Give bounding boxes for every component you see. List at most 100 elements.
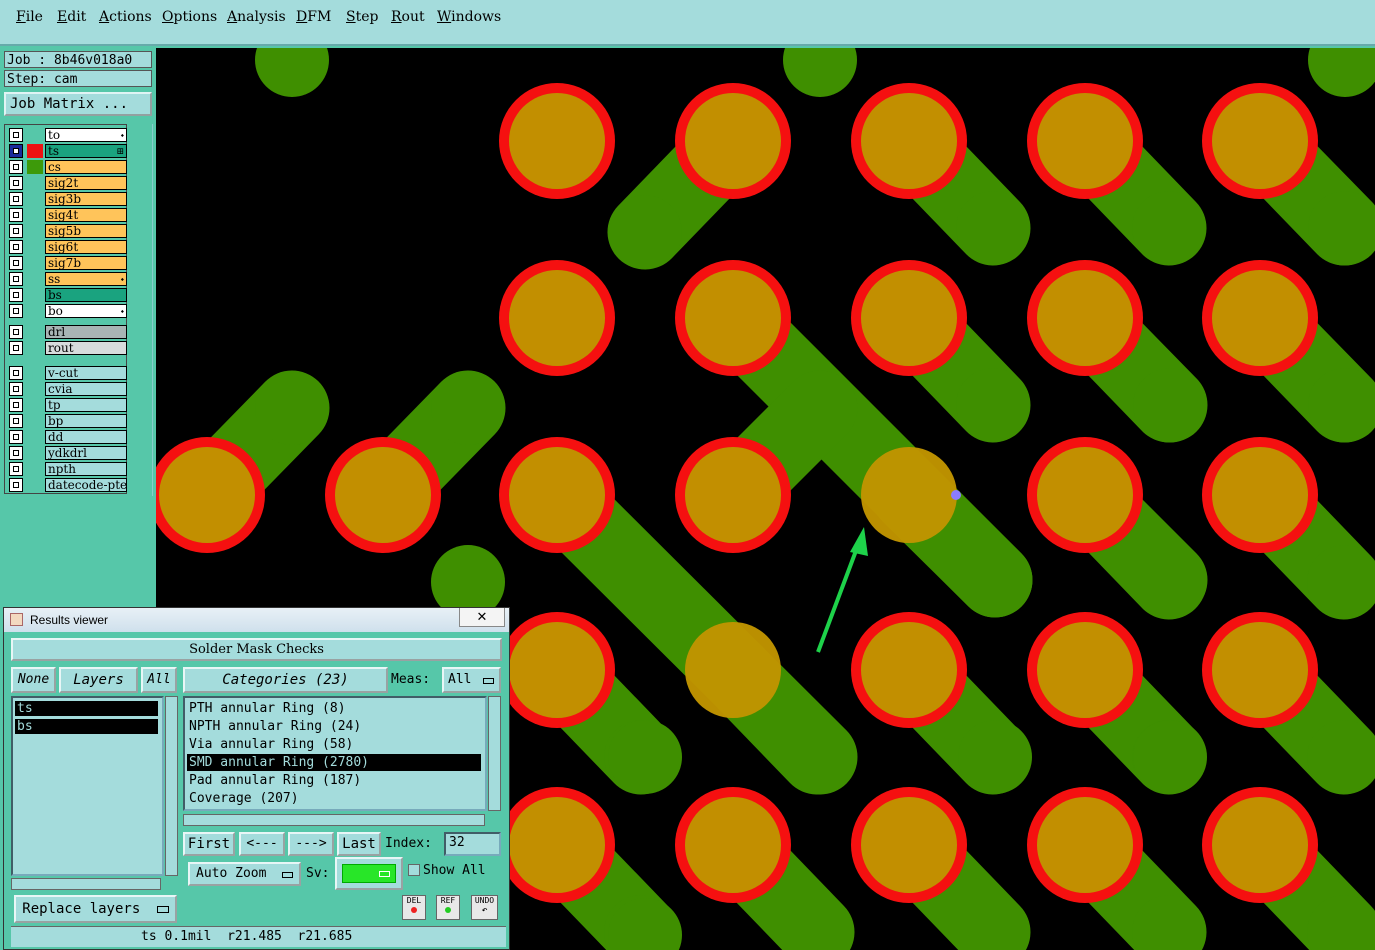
layer-row-sig6t[interactable]: sig6t [9,240,127,254]
layer-checkbox[interactable] [9,240,23,254]
layer-color-swatch[interactable] [27,325,43,339]
layer-row-ss[interactable]: ss ⬩ [9,272,127,286]
layer-name[interactable]: tp [45,398,127,412]
menu-windows[interactable]: Windows [437,9,501,25]
menu-rout[interactable]: Rout [391,9,425,25]
layer-color-swatch[interactable] [27,192,43,206]
layer-color-swatch[interactable] [27,272,43,286]
layer-checkbox[interactable] [9,208,23,222]
job-matrix-button[interactable]: Job Matrix ... [4,92,152,116]
result-layer-item[interactable]: ts [15,701,158,716]
layer-name[interactable]: cs [45,160,127,174]
layer-color-swatch[interactable] [27,478,43,492]
category-list-vscroll[interactable] [488,696,501,811]
layer-name[interactable]: npth [45,462,127,476]
none-button[interactable]: None [11,667,56,693]
layer-row-to[interactable]: to ⬩ [9,128,127,142]
layer-row-cvia[interactable]: cvia [9,382,127,396]
layer-checkbox[interactable] [9,382,23,396]
layer-name[interactable]: dd [45,430,127,444]
menu-analysis[interactable]: Analysis [227,9,286,25]
layer-color-swatch[interactable] [27,304,43,318]
layer-name[interactable]: drl [45,325,127,339]
layer-color-swatch[interactable] [27,144,43,158]
layer-row-bo[interactable]: bo ⬩ [9,304,127,318]
layer-color-swatch[interactable] [27,176,43,190]
first-button[interactable]: First [183,832,235,856]
layer-color-swatch[interactable] [27,288,43,302]
prev-button[interactable]: <--- [239,832,285,856]
layer-name[interactable]: cvia [45,382,127,396]
layer-checkbox[interactable] [9,288,23,302]
ref-button[interactable]: REF [436,895,460,920]
layer-name[interactable]: rout [45,341,127,355]
menu-options[interactable]: Options [162,9,217,25]
category-item[interactable]: NPTH annular Ring (24) [187,718,481,735]
layer-name[interactable]: sig2t [45,176,127,190]
layer-checkbox[interactable] [9,414,23,428]
layer-name[interactable]: sig5b [45,224,127,238]
category-item[interactable]: SMD annular Ring (2780) [187,754,481,771]
layer-checkbox[interactable] [9,160,23,174]
last-button[interactable]: Last [337,832,381,856]
layer-name[interactable]: datecode-pte [45,478,127,492]
category-item[interactable]: PTH annular Ring (8) [187,700,481,717]
menu-step[interactable]: Step [346,9,378,25]
layer-color-swatch[interactable] [27,240,43,254]
category-item[interactable]: Coverage (207) [187,790,481,807]
sv-color-select[interactable] [335,857,403,890]
layer-name[interactable]: ts ⊞ [45,144,127,158]
layer-checkbox[interactable] [9,176,23,190]
index-input[interactable]: 32 [444,832,501,856]
layer-checkbox[interactable] [9,478,23,492]
layer-name[interactable]: bo ⬩ [45,304,127,318]
layer-name[interactable]: to ⬩ [45,128,127,142]
layer-name[interactable]: ydkdrl [45,446,127,460]
layer-row-datecode-pte[interactable]: datecode-pte [9,478,127,492]
layer-checkbox[interactable] [9,128,23,142]
all-layers-button[interactable]: All [141,667,177,693]
layer-color-swatch[interactable] [27,382,43,396]
layer-row-ts[interactable]: ts ⊞ [9,144,127,158]
layer-checkbox[interactable] [9,256,23,270]
menu-file[interactable]: File [16,9,43,25]
layer-name[interactable]: sig6t [45,240,127,254]
layer-row-tp[interactable]: tp [9,398,127,412]
layer-row-rout[interactable]: rout [9,341,127,355]
category-list-hscroll[interactable] [183,814,485,826]
layer-color-swatch[interactable] [27,224,43,238]
layer-results-list[interactable]: ts bs [11,696,164,876]
layer-name[interactable]: v-cut [45,366,127,380]
menu-actions[interactable]: Actions [99,9,152,25]
layer-row-drl[interactable]: drl [9,325,127,339]
layer-color-swatch[interactable] [27,160,43,174]
category-item[interactable]: Pad annular Ring (187) [187,772,481,789]
show-all-checkbox[interactable] [408,864,420,876]
layer-checkbox[interactable] [9,430,23,444]
layer-row-sig7b[interactable]: sig7b [9,256,127,270]
layer-checkbox[interactable] [9,366,23,380]
layer-checkbox[interactable] [9,446,23,460]
layer-color-swatch[interactable] [27,414,43,428]
category-item[interactable]: Via annular Ring (58) [187,736,481,753]
category-list[interactable]: PTH annular Ring (8) NPTH annular Ring (2… [183,696,487,811]
menu-dfm[interactable]: DFM [296,9,331,25]
layer-checkbox[interactable] [9,224,23,238]
layer-color-swatch[interactable] [27,366,43,380]
layer-row-npth[interactable]: npth [9,462,127,476]
layer-row-sig2t[interactable]: sig2t [9,176,127,190]
layer-checkbox[interactable] [9,462,23,476]
meas-select[interactable]: All [442,667,501,693]
layer-row-bp[interactable]: bp [9,414,127,428]
del-button[interactable]: DEL [402,895,426,920]
layer-row-ydkdrl[interactable]: ydkdrl [9,446,127,460]
layer-checkbox[interactable] [9,304,23,318]
layer-name[interactable]: bp [45,414,127,428]
layer-name[interactable]: ss ⬩ [45,272,127,286]
next-button[interactable]: ---> [288,832,334,856]
layer-name[interactable]: sig4t [45,208,127,222]
auto-zoom-select[interactable]: Auto Zoom [188,862,301,886]
layer-list-hscroll[interactable] [11,878,161,890]
undo-button[interactable]: UNDO ↶ [471,895,498,920]
layer-color-swatch[interactable] [27,462,43,476]
